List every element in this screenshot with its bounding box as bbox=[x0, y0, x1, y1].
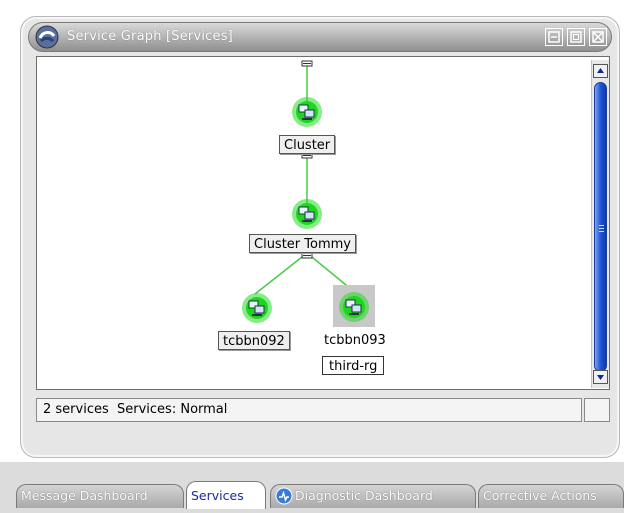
maximize-button[interactable] bbox=[567, 28, 585, 46]
scroll-thumb[interactable] bbox=[594, 82, 607, 372]
tab-label: Corrective Actions bbox=[483, 488, 597, 503]
arrow-up-icon bbox=[597, 68, 604, 73]
app-logo-icon bbox=[35, 25, 59, 49]
service-computers-icon bbox=[292, 97, 322, 127]
tab-services[interactable]: Services bbox=[186, 481, 266, 509]
thumb-grip bbox=[599, 228, 604, 229]
node-sublabel: third-rg bbox=[322, 356, 385, 375]
minimize-icon bbox=[548, 31, 560, 43]
node-label: Cluster Tommy bbox=[249, 234, 356, 253]
minimize-button[interactable] bbox=[545, 28, 563, 46]
service-computers-icon bbox=[292, 199, 322, 229]
tab-label: Services bbox=[191, 488, 244, 503]
thumb-grip bbox=[599, 231, 604, 232]
maximize-icon bbox=[570, 31, 582, 43]
window-title: Service Graph [Services] bbox=[67, 29, 233, 44]
tab-label: Diagnostic Dashboard bbox=[295, 488, 433, 503]
status-bar: 2 services Services: Normal bbox=[36, 398, 582, 422]
scroll-down-button[interactable] bbox=[593, 370, 608, 384]
service-computers-icon bbox=[242, 293, 272, 323]
node-label: Cluster bbox=[279, 135, 336, 154]
window-titlebar[interactable]: Service Graph [Services] bbox=[28, 22, 612, 52]
node-label: tcbbn093 bbox=[320, 331, 390, 350]
service-graph-canvas[interactable]: Cluster Cluster Tommy tcbbn092 tcbbn093 … bbox=[36, 56, 610, 390]
thumb-grip bbox=[599, 225, 604, 226]
tab-label: Message Dashboard bbox=[21, 488, 148, 503]
tab-diagnostic-dashboard[interactable]: Diagnostic Dashboard bbox=[270, 484, 476, 508]
scroll-up-button[interactable] bbox=[593, 64, 608, 78]
close-icon bbox=[592, 31, 604, 43]
node-label: tcbbn092 bbox=[218, 331, 290, 350]
status-bar-corner bbox=[584, 398, 610, 422]
vertical-scrollbar[interactable] bbox=[591, 60, 609, 388]
close-button[interactable] bbox=[589, 28, 607, 46]
tab-message-dashboard[interactable]: Message Dashboard bbox=[16, 484, 184, 508]
status-text: 2 services Services: Normal bbox=[43, 402, 228, 417]
service-computers-icon bbox=[339, 292, 369, 322]
diagnostic-icon bbox=[275, 487, 293, 505]
tab-strip: Message Dashboard Services Diagnostic Da… bbox=[0, 478, 624, 509]
arrow-down-icon bbox=[597, 375, 604, 380]
tab-corrective-actions[interactable]: Corrective Actions bbox=[478, 484, 624, 508]
